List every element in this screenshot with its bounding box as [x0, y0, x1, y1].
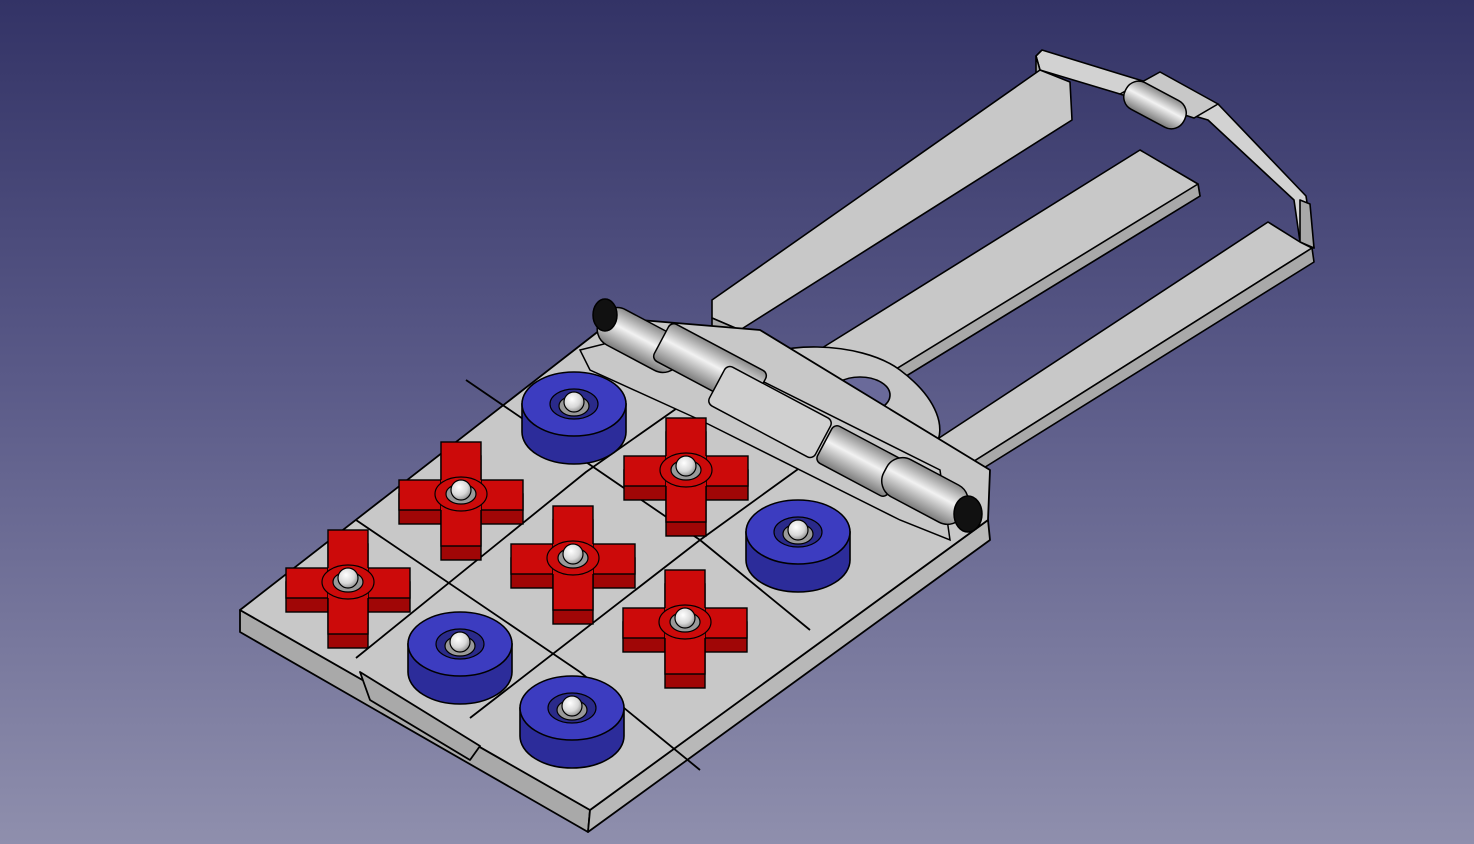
ball-knob-icon [675, 455, 697, 477]
ball-knob-icon [450, 479, 472, 501]
ball-knob-icon [449, 631, 471, 653]
o-piece[interactable] [521, 371, 627, 465]
ball-knob-icon [561, 695, 583, 717]
o-piece[interactable] [519, 675, 625, 769]
o-piece[interactable] [745, 499, 851, 593]
ball-knob-icon [674, 607, 696, 629]
ball-knob-icon [562, 543, 584, 565]
ball-knob-icon [787, 519, 809, 541]
3d-viewport[interactable] [0, 0, 1474, 844]
ball-knob-icon [337, 567, 359, 589]
cad-model[interactable] [0, 0, 1474, 844]
o-piece[interactable] [407, 611, 513, 705]
ball-knob-icon [563, 391, 585, 413]
